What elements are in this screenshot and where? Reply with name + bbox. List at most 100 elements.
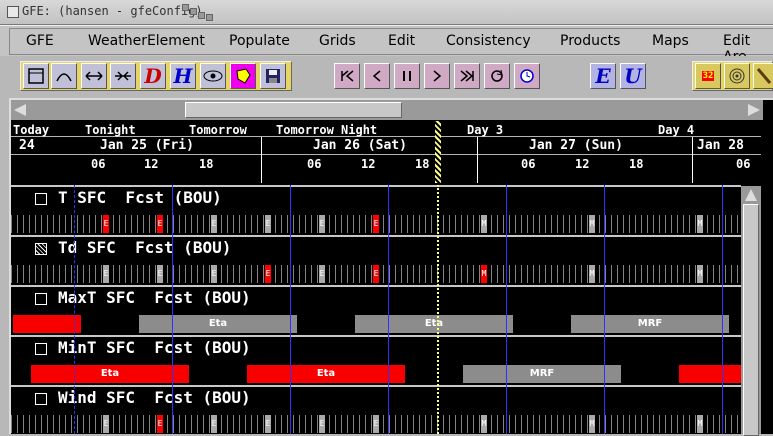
row-checkbox[interactable] bbox=[35, 293, 47, 305]
scroll-left-icon[interactable] bbox=[14, 104, 26, 116]
grid-bar[interactable]: Eta bbox=[31, 365, 189, 383]
menu-grids[interactable]: Grids bbox=[319, 33, 356, 49]
count-badge[interactable]: 32 bbox=[695, 63, 721, 89]
period-divider bbox=[506, 185, 507, 434]
period-divider bbox=[290, 185, 291, 434]
menu-gfe[interactable]: GFE bbox=[26, 33, 54, 49]
period-today: Today bbox=[13, 123, 50, 137]
title-bar: GFE: (hansen - gfeConfig) bbox=[0, 0, 773, 25]
grid-box[interactable]: E bbox=[211, 215, 217, 233]
menu-products[interactable]: Products bbox=[560, 33, 620, 49]
grid-box[interactable]: E bbox=[103, 415, 109, 433]
grid-box[interactable]: M bbox=[697, 215, 703, 233]
east-letter: E bbox=[595, 64, 611, 88]
menu-maps[interactable]: Maps bbox=[652, 33, 689, 49]
scroll-right-icon[interactable] bbox=[748, 104, 760, 116]
grid-box[interactable]: E bbox=[211, 415, 217, 433]
weather-element-row[interactable]: Wind SFC Fcst (BOU) E E E E E E M M M bbox=[11, 385, 741, 434]
update-button[interactable]: U bbox=[620, 63, 646, 89]
period-divider bbox=[74, 185, 76, 434]
scroll-thumb[interactable] bbox=[185, 102, 402, 118]
clock-icon[interactable] bbox=[514, 63, 540, 89]
toolbar: D H E U 32 bbox=[0, 56, 773, 98]
grid-mode-icon[interactable] bbox=[23, 63, 49, 89]
grid-box[interactable]: E bbox=[265, 415, 271, 433]
prev-frame-button[interactable] bbox=[364, 63, 390, 89]
brush-icon[interactable] bbox=[753, 63, 773, 89]
menu-bar: GFE WeatherElement Populate Grids Edit C… bbox=[0, 25, 773, 65]
grid-box[interactable]: E bbox=[157, 265, 163, 283]
eye-icon[interactable] bbox=[200, 63, 226, 89]
grid-bar[interactable]: Eta bbox=[247, 365, 405, 383]
first-frame-button[interactable] bbox=[334, 63, 360, 89]
save-icon[interactable] bbox=[260, 63, 286, 89]
history-button[interactable]: H bbox=[170, 63, 196, 89]
time-scale: Today Tonight Tomorrow Tomorrow Night Da… bbox=[11, 121, 773, 183]
menu-edit[interactable]: Edit bbox=[388, 33, 415, 49]
grid-bar[interactable]: Eta bbox=[139, 315, 297, 333]
row-checkbox[interactable] bbox=[35, 243, 47, 255]
grid-box[interactable]: M bbox=[481, 215, 487, 233]
row-checkbox[interactable] bbox=[35, 393, 47, 405]
grid-box[interactable]: E bbox=[103, 215, 109, 233]
grid-box[interactable]: E bbox=[373, 265, 379, 283]
grid-box[interactable]: M bbox=[589, 265, 595, 283]
loop-icon[interactable] bbox=[484, 63, 510, 89]
curve-icon[interactable] bbox=[51, 63, 77, 89]
weather-element-row[interactable]: MinT SFC Fcst (BOU) Eta Eta MRF bbox=[11, 335, 741, 383]
grid-box[interactable]: M bbox=[481, 265, 487, 283]
grid-box[interactable]: M bbox=[589, 415, 595, 433]
next-frame-button[interactable] bbox=[424, 63, 450, 89]
period-day4: Day 4 bbox=[658, 123, 695, 137]
menu-consistency[interactable]: Consistency bbox=[446, 33, 531, 49]
grid-box[interactable]: M bbox=[481, 415, 487, 433]
grid-box[interactable]: E bbox=[265, 215, 271, 233]
grid-box[interactable]: E bbox=[373, 415, 379, 433]
expand-arrows-icon[interactable] bbox=[81, 63, 107, 89]
target-icon[interactable] bbox=[724, 63, 750, 89]
grid-box[interactable]: M bbox=[697, 415, 703, 433]
grid-box[interactable]: M bbox=[589, 215, 595, 233]
grid-box[interactable]: E bbox=[265, 265, 271, 283]
last-frame-button[interactable] bbox=[454, 63, 480, 89]
date-jan27: Jan 27 (Sun) bbox=[529, 138, 623, 153]
horizontal-scrollbar[interactable] bbox=[11, 100, 763, 120]
grid-box[interactable]: E bbox=[157, 415, 163, 433]
vertical-scroll-thumb[interactable] bbox=[743, 204, 759, 436]
scroll-up-icon[interactable] bbox=[745, 189, 757, 201]
grid-box[interactable]: E bbox=[373, 215, 379, 233]
row-checkbox[interactable] bbox=[35, 193, 47, 205]
menu-weatherelement[interactable]: WeatherElement bbox=[88, 33, 205, 49]
vertical-scrollbar[interactable] bbox=[741, 186, 761, 436]
grid-box[interactable]: E bbox=[319, 215, 325, 233]
weather-element-row[interactable]: T SFC Fcst (BOU) E E E E E E M M M bbox=[11, 185, 741, 233]
count-badge-value: 32 bbox=[701, 71, 715, 81]
grid-box[interactable]: M bbox=[697, 265, 703, 283]
map-highlight-icon[interactable] bbox=[230, 63, 256, 89]
row-title: Wind SFC Fcst (BOU) bbox=[58, 388, 251, 407]
pause-button[interactable] bbox=[394, 63, 420, 89]
row-checkbox[interactable] bbox=[35, 343, 47, 355]
grid-box[interactable]: E bbox=[319, 265, 325, 283]
weather-element-row[interactable]: MaxT SFC Fcst (BOU) Eta Eta MRF bbox=[11, 285, 741, 333]
date-24: 24 bbox=[19, 138, 35, 153]
hour-label: 18 bbox=[199, 157, 214, 171]
grid-box[interactable]: E bbox=[103, 265, 109, 283]
contract-arrows-icon[interactable] bbox=[110, 63, 136, 89]
draw-button[interactable]: D bbox=[140, 63, 166, 89]
period-divider bbox=[604, 185, 605, 434]
menu-populate[interactable]: Populate bbox=[229, 33, 290, 49]
hour-label: 12 bbox=[144, 157, 159, 171]
weather-element-row[interactable]: Td SFC Fcst (BOU) E E E E E E M M M bbox=[11, 235, 741, 283]
grid-box[interactable]: E bbox=[319, 415, 325, 433]
grid-bar[interactable]: Eta bbox=[355, 315, 513, 333]
grid-bar[interactable]: MRF bbox=[571, 315, 729, 333]
hour-label: 06 bbox=[91, 157, 106, 171]
grid-bar[interactable]: MRF bbox=[463, 365, 621, 383]
window-menu-icon[interactable] bbox=[7, 6, 19, 18]
east-button[interactable]: E bbox=[590, 63, 616, 89]
grid-bar[interactable] bbox=[13, 315, 81, 333]
grid-bar[interactable] bbox=[679, 365, 741, 383]
grid-box[interactable]: E bbox=[157, 215, 163, 233]
grid-box[interactable]: E bbox=[211, 265, 217, 283]
